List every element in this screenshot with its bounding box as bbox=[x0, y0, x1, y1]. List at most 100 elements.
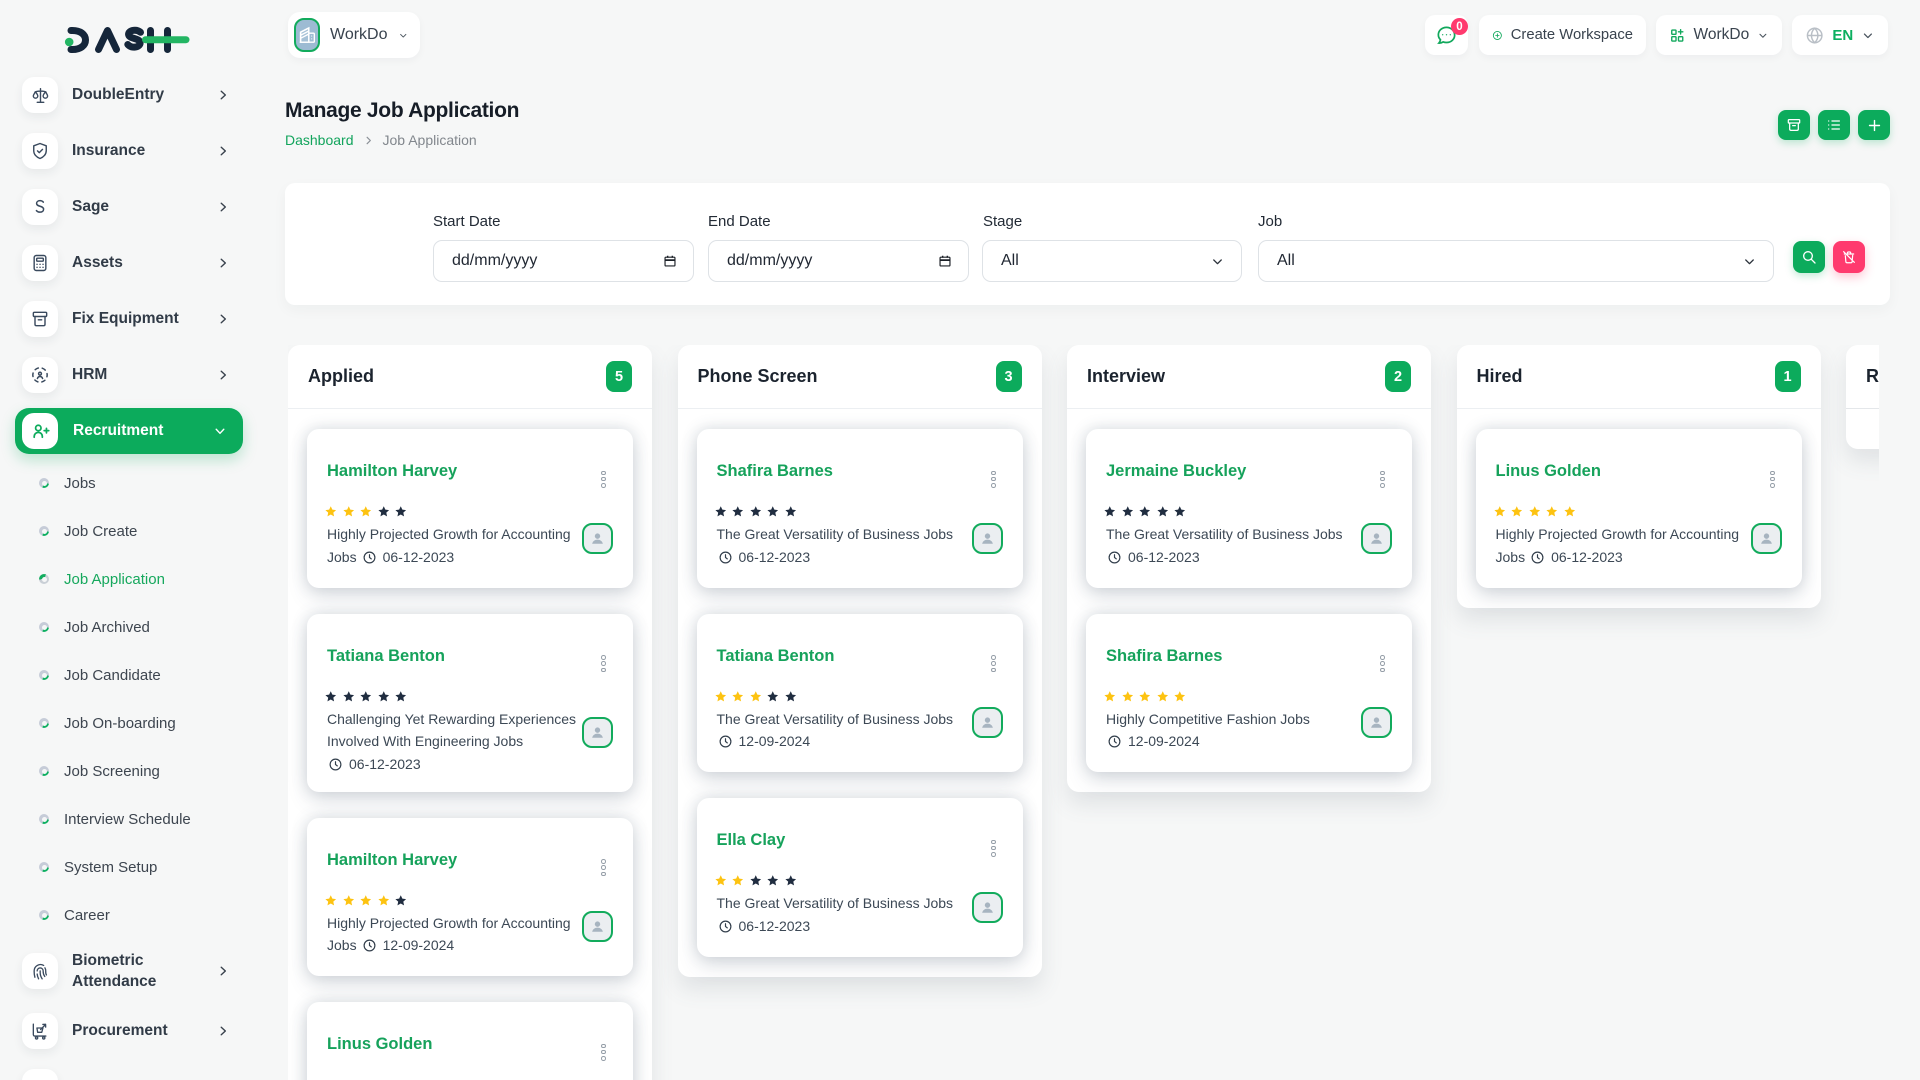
breadcrumb-dashboard-link[interactable]: Dashboard bbox=[285, 132, 354, 148]
column-count-badge: 5 bbox=[606, 361, 632, 392]
candidate-name-link[interactable]: Tatiana Benton bbox=[327, 645, 445, 667]
candidate-avatar[interactable] bbox=[582, 911, 613, 942]
sidebar-item-sage[interactable]: Sage bbox=[0, 189, 260, 225]
card-menu-button[interactable] bbox=[1767, 469, 1778, 490]
sidebar-item-insurance[interactable]: Insurance bbox=[0, 133, 260, 169]
candidate-name-link[interactable]: Hamilton Harvey bbox=[327, 849, 457, 871]
messages-count-badge: 0 bbox=[1451, 18, 1468, 35]
sidebar-item-doubleentry[interactable]: DoubleEntry bbox=[0, 77, 260, 113]
breadcrumb-current: Job Application bbox=[383, 132, 477, 148]
create-workspace-button[interactable]: Create Workspace bbox=[1479, 15, 1646, 55]
card-menu-button[interactable] bbox=[1377, 653, 1388, 674]
candidate-avatar[interactable] bbox=[972, 523, 1003, 554]
candidate-name-link[interactable]: Linus Golden bbox=[327, 1033, 432, 1055]
stage-select[interactable]: All bbox=[982, 240, 1242, 282]
dash-logo[interactable] bbox=[60, 22, 190, 58]
card-menu-button[interactable] bbox=[598, 653, 609, 674]
card-menu-button[interactable] bbox=[988, 838, 999, 859]
person-icon bbox=[978, 529, 997, 548]
application-card[interactable]: Hamilton Harvey Highly Projected Growth … bbox=[307, 429, 633, 588]
application-card[interactable]: Linus Golden Highly Projected Growth for… bbox=[1476, 429, 1802, 588]
candidate-name-link[interactable]: Jermaine Buckley bbox=[1106, 460, 1246, 482]
start-date-input[interactable]: dd/mm/yyyy bbox=[433, 240, 694, 282]
candidate-avatar[interactable] bbox=[582, 717, 613, 748]
calendar-icon bbox=[938, 254, 952, 268]
sidebar-subitem-jobs[interactable]: Jobs bbox=[0, 471, 260, 495]
application-card[interactable]: Shafira Barnes The Great Versatility of … bbox=[697, 429, 1023, 588]
search-icon bbox=[1801, 249, 1817, 265]
sidebar-item-recruitment[interactable]: Recruitment bbox=[15, 408, 243, 454]
card-menu-button[interactable] bbox=[988, 653, 999, 674]
sidebar-subitem-job-onboarding[interactable]: Job On-boarding bbox=[0, 711, 260, 735]
workspace-switcher[interactable]: WorkDo bbox=[288, 12, 420, 58]
sidebar-item-biometric-attendance[interactable]: BiometricAttendance bbox=[0, 949, 260, 993]
application-card[interactable]: Tatiana Benton Challenging Yet Rewarding… bbox=[307, 614, 633, 792]
sidebar-subitem-system-setup[interactable]: System Setup bbox=[0, 855, 260, 879]
sidebar-subitem-career[interactable]: Career bbox=[0, 903, 260, 927]
list-view-button[interactable] bbox=[1818, 110, 1850, 140]
sidebar-subitem-interview-schedule[interactable]: Interview Schedule bbox=[0, 807, 260, 831]
language-selector[interactable]: EN bbox=[1792, 15, 1888, 55]
candidate-name-link[interactable]: Tatiana Benton bbox=[717, 645, 835, 667]
add-application-button[interactable] bbox=[1858, 110, 1890, 140]
sidebar-subitem-job-archived[interactable]: Job Archived bbox=[0, 615, 260, 639]
sidebar-subitem-job-application[interactable]: Job Application bbox=[0, 567, 260, 591]
card-menu-button[interactable] bbox=[988, 469, 999, 490]
sidebar-subitem-job-screening[interactable]: Job Screening bbox=[0, 759, 260, 783]
kanban-board: Applied 5 Hamilton Harvey Highly Project… bbox=[288, 345, 1879, 1080]
candidate-name-link[interactable]: Linus Golden bbox=[1496, 460, 1601, 482]
list-icon bbox=[1826, 117, 1842, 133]
sidebar-subitem-job-create[interactable]: Job Create bbox=[0, 519, 260, 543]
bullet-icon bbox=[39, 862, 49, 872]
application-card[interactable]: Ella Clay The Great Versatility of Busin… bbox=[697, 798, 1023, 957]
bullet-icon bbox=[39, 526, 49, 536]
page-actions bbox=[1778, 110, 1890, 140]
rating-stars bbox=[1493, 505, 1736, 519]
card-menu-button[interactable] bbox=[1377, 469, 1388, 490]
person-icon bbox=[1367, 713, 1386, 732]
chevron-down-icon bbox=[1742, 254, 1757, 269]
card-menu-button[interactable] bbox=[598, 1042, 609, 1063]
sidebar-subitem-job-candidate[interactable]: Job Candidate bbox=[0, 663, 260, 687]
application-card[interactable]: Linus Golden bbox=[307, 1002, 633, 1080]
candidate-name-link[interactable]: Shafira Barnes bbox=[1106, 645, 1222, 667]
bullet-icon bbox=[39, 670, 49, 680]
job-select[interactable]: All bbox=[1258, 240, 1774, 282]
calculator-icon bbox=[22, 245, 58, 281]
sidebar-item-procurement[interactable]: Procurement bbox=[0, 1013, 260, 1049]
archived-applications-button[interactable] bbox=[1778, 110, 1810, 140]
application-card[interactable]: Jermaine Buckley The Great Versatility o… bbox=[1086, 429, 1412, 588]
bullet-icon bbox=[39, 766, 49, 776]
messages-button[interactable]: 0 bbox=[1425, 15, 1468, 55]
clock-icon bbox=[718, 919, 733, 934]
end-date-input[interactable]: dd/mm/yyyy bbox=[708, 240, 969, 282]
candidate-avatar[interactable] bbox=[972, 707, 1003, 738]
fingerprint-icon bbox=[22, 953, 58, 989]
candidate-avatar[interactable] bbox=[1361, 523, 1392, 554]
candidate-avatar[interactable] bbox=[582, 523, 613, 554]
bullet-icon bbox=[39, 574, 49, 584]
candidate-avatar[interactable] bbox=[972, 892, 1003, 923]
workdo-menu-button[interactable]: WorkDo bbox=[1656, 15, 1782, 55]
candidate-name-link[interactable]: Shafira Barnes bbox=[717, 460, 833, 482]
candidate-avatar[interactable] bbox=[1361, 707, 1392, 738]
archive-box-icon bbox=[22, 301, 58, 337]
clock-icon bbox=[718, 734, 733, 749]
candidate-name-link[interactable]: Hamilton Harvey bbox=[327, 460, 457, 482]
candidate-avatar[interactable] bbox=[1751, 523, 1782, 554]
reset-filter-button[interactable] bbox=[1833, 241, 1865, 273]
sidebar-item-assets[interactable]: Assets bbox=[0, 245, 260, 281]
card-menu-button[interactable] bbox=[598, 469, 609, 490]
card-menu-button[interactable] bbox=[598, 857, 609, 878]
apply-filter-button[interactable] bbox=[1793, 241, 1825, 273]
clock-icon bbox=[328, 757, 343, 772]
application-card[interactable]: Hamilton Harvey Highly Projected Growth … bbox=[307, 818, 633, 977]
application-card[interactable]: Tatiana Benton The Great Versatility of … bbox=[697, 614, 1023, 773]
grid-plus-icon bbox=[1669, 25, 1686, 46]
person-icon bbox=[588, 917, 607, 936]
sidebar-item-fix-equipment[interactable]: Fix Equipment bbox=[0, 301, 260, 337]
candidate-name-link[interactable]: Ella Clay bbox=[717, 829, 786, 851]
sidebar-item-hrm[interactable]: HRM bbox=[0, 357, 260, 393]
column-title: Rejected bbox=[1866, 366, 1879, 387]
application-card[interactable]: Shafira Barnes Highly Competitive Fashio… bbox=[1086, 614, 1412, 773]
